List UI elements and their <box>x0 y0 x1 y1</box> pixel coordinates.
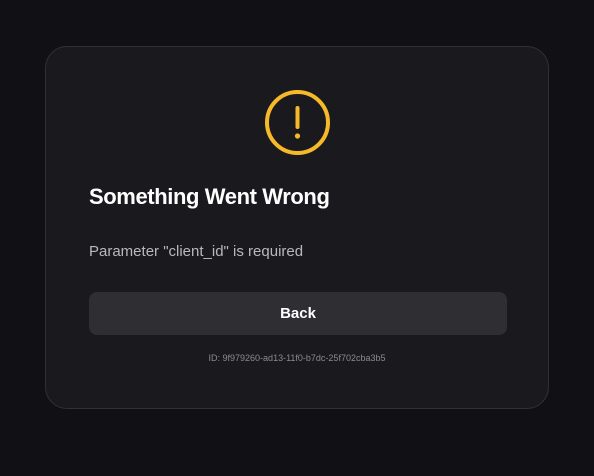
back-button[interactable]: Back <box>89 292 507 335</box>
error-card: Something Went Wrong Parameter "client_i… <box>45 46 549 409</box>
error-id-text: ID: 9f979260-ad13-11f0-b7dc-25f702cba3b5 <box>208 353 386 363</box>
exclamation-circle-icon <box>265 90 330 155</box>
error-message: Parameter "client_id" is required <box>89 243 304 260</box>
error-title: Something Went Wrong <box>89 184 330 209</box>
